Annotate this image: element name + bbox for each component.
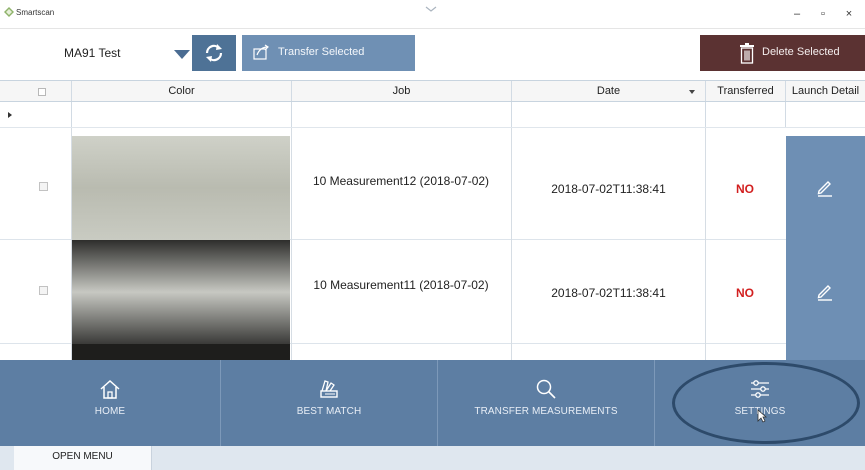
chevron-down-icon[interactable]	[424, 4, 438, 14]
nav-home-label: HOME	[94, 406, 126, 417]
column-divider	[511, 128, 512, 390]
fan-deck-icon	[320, 380, 338, 398]
job-cell: 10 Measurement12 (2018-07-02)	[312, 174, 490, 188]
date-cell: 2018-07-02T11:38:41	[551, 286, 666, 300]
window-title: Smartscan	[16, 8, 55, 17]
launch-detail-button[interactable]	[786, 136, 865, 240]
select-all-checkbox[interactable]	[38, 88, 46, 96]
column-divider	[71, 128, 72, 390]
dropdown-arrow-icon[interactable]	[174, 50, 190, 59]
filter-date[interactable]	[511, 102, 705, 127]
refresh-button[interactable]	[192, 35, 236, 71]
column-divider	[291, 128, 292, 390]
color-swatch	[72, 136, 290, 240]
sort-descending-icon[interactable]	[689, 90, 695, 94]
maximize-button[interactable]: ▫	[813, 6, 833, 22]
filter-transferred[interactable]	[705, 102, 785, 127]
app-logo-icon	[4, 7, 14, 17]
table-header: Color Job Date Transferred Launch Detail	[0, 80, 865, 102]
column-header-transferred[interactable]: Transferred	[705, 81, 785, 101]
filter-color[interactable]	[71, 102, 291, 127]
nav-transfer-measurements-label: TRANSFER MEASUREMENTS	[474, 406, 618, 417]
device-select-value: MA91 Test	[64, 46, 121, 60]
table-row[interactable]: 10 Measurement12 (2018-07-02) 2018-07-02…	[0, 136, 865, 240]
transfer-selected-label: Transfer Selected	[278, 46, 365, 58]
close-button[interactable]: ×	[839, 6, 859, 22]
row-checkbox[interactable]	[39, 182, 48, 191]
column-header-launch-detail[interactable]: Launch Detail	[785, 81, 865, 101]
trash-icon	[740, 43, 754, 64]
open-menu-button[interactable]: OPEN MENU	[14, 446, 152, 470]
row-checkbox[interactable]	[39, 286, 48, 295]
job-cell: 10 Measurement11 (2018-07-02)	[313, 278, 489, 292]
menu-strip: OPEN MENU	[0, 446, 865, 470]
column-header-job[interactable]: Job	[291, 81, 511, 101]
transfer-icon	[253, 44, 269, 60]
device-select[interactable]: MA91 Test	[10, 33, 190, 73]
transferred-status: NO	[736, 182, 754, 196]
edit-pencil-icon	[817, 285, 832, 301]
nav-transfer-measurements[interactable]: TRANSFER MEASUREMENTS	[438, 360, 654, 446]
nav-home[interactable]: HOME	[0, 360, 220, 446]
transferred-status: NO	[736, 286, 754, 300]
transfer-selected-button[interactable]: Transfer Selected	[242, 35, 415, 71]
search-icon	[536, 379, 556, 399]
delete-selected-label: Delete Selected	[762, 46, 840, 58]
settings-highlight-ellipse	[672, 362, 860, 444]
header-select-cell	[0, 81, 71, 101]
filter-job[interactable]	[291, 102, 511, 127]
measurement-table: Color Job Date Transferred Launch Detail…	[0, 80, 865, 448]
column-header-date-label: Date	[596, 85, 621, 97]
column-header-date[interactable]: Date	[511, 81, 705, 101]
nav-best-match-label: BEST MATCH	[296, 406, 362, 417]
minimize-button[interactable]: –	[787, 6, 807, 22]
table-row[interactable]: 10 Measurement11 (2018-07-02) 2018-07-02…	[0, 240, 865, 344]
edit-pencil-icon	[817, 181, 832, 197]
nav-best-match[interactable]: BEST MATCH	[221, 360, 437, 446]
mouse-cursor-icon	[757, 409, 767, 423]
date-cell: 2018-07-02T11:38:41	[551, 182, 666, 196]
toolbar: MA91 Test Transfer Selected Delete Selec…	[0, 28, 865, 80]
home-icon	[100, 379, 120, 399]
launch-detail-button[interactable]	[786, 240, 865, 344]
column-header-color[interactable]: Color	[71, 81, 291, 101]
refresh-icon	[205, 44, 223, 62]
current-row-indicator-icon	[8, 112, 12, 118]
title-bar: Smartscan – ▫ ×	[0, 0, 865, 28]
smartscan-window: Smartscan – ▫ × MA91 Test Transfer Selec…	[0, 0, 865, 470]
delete-selected-button[interactable]: Delete Selected	[700, 35, 865, 71]
filter-row	[0, 102, 865, 128]
filter-launch-detail[interactable]	[785, 102, 865, 127]
color-swatch	[72, 240, 290, 344]
column-divider	[705, 128, 706, 390]
